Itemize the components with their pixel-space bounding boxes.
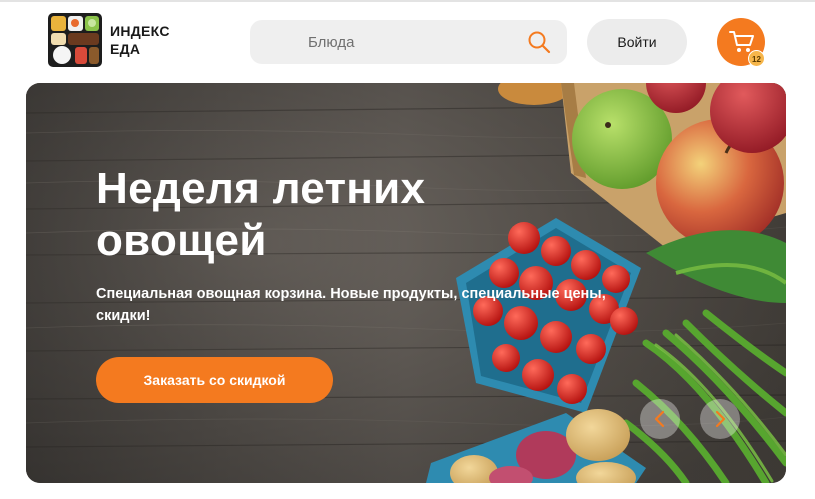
search-bar: [250, 20, 567, 64]
logo[interactable]: ИНДЕКС ЕДА: [48, 13, 170, 67]
search-icon[interactable]: [527, 30, 551, 54]
login-button[interactable]: Войти: [587, 19, 687, 65]
chevron-right-icon: [715, 410, 726, 428]
chevron-left-icon: [654, 410, 665, 428]
logo-line-2: ЕДА: [110, 41, 141, 57]
logo-line-1: ИНДЕКС: [110, 23, 170, 39]
carousel-prev-button[interactable]: [640, 399, 680, 439]
cart-button[interactable]: 12: [717, 18, 765, 67]
logo-text: ИНДЕКС ЕДА: [110, 22, 170, 58]
cart-count-badge: 12: [748, 50, 765, 67]
promo-banner: Неделя летних овощей Специальная овощная…: [26, 83, 786, 483]
banner-title: Неделя летних овощей: [96, 164, 426, 265]
carousel-next-button[interactable]: [700, 399, 740, 439]
search-input[interactable]: [250, 20, 510, 64]
banner-subtitle: Специальная овощная корзина. Новые проду…: [96, 286, 606, 324]
logo-image: [48, 13, 102, 67]
top-divider: [0, 0, 815, 2]
order-discount-button[interactable]: Заказать со скидкой: [96, 357, 333, 403]
